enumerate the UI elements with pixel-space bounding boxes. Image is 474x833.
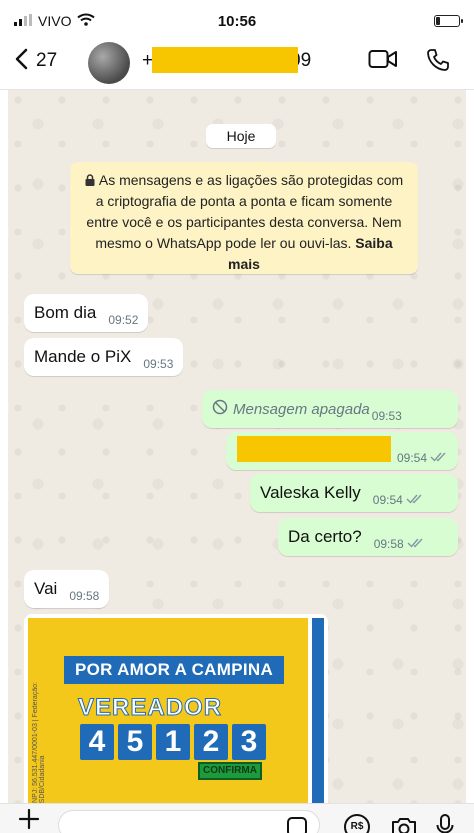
message-bubble-incoming[interactable]: Vai 09:58 <box>24 570 110 608</box>
message-composer: R$ <box>0 803 474 833</box>
message-text: Da certo? <box>288 527 362 546</box>
sticker-icon[interactable] <box>287 817 307 833</box>
redaction-bar <box>237 436 391 462</box>
flyer-title: VEREADOR <box>77 694 223 722</box>
lock-icon <box>85 171 95 186</box>
number-digit: 4 <box>80 724 114 760</box>
message-text: Valeska Kelly <box>260 483 361 502</box>
candidate-number: 4 5 1 2 3 <box>80 724 266 760</box>
flyer-stripe <box>312 618 324 803</box>
status-time: 10:56 <box>217 13 257 30</box>
message-bubble-incoming[interactable]: Bom dia 09:52 <box>24 294 149 332</box>
chevron-left-icon <box>14 46 28 76</box>
encryption-notice[interactable]: As mensagens e as ligações são protegida… <box>70 162 418 274</box>
number-digit: 3 <box>232 724 266 760</box>
unread-count: 27 <box>36 50 58 71</box>
number-digit: 2 <box>194 724 228 760</box>
message-time: 09:53 <box>143 357 174 371</box>
message-bubble-incoming[interactable]: Mande o PiX 09:53 <box>24 338 184 376</box>
message-text: Bom dia <box>34 303 97 322</box>
back-button[interactable]: 27 <box>14 46 57 76</box>
image-message[interactable]: CNPJ: 56.531.447/0001-03 | Federação: PS… <box>24 614 328 803</box>
message-text: Vai <box>34 579 58 598</box>
message-time: 09:54 <box>396 451 427 465</box>
camera-icon[interactable] <box>390 816 418 833</box>
plus-icon[interactable] <box>18 806 40 833</box>
flyer-side-text: CNPJ: 56.531.447/0001-03 | Federação: PS… <box>32 682 46 803</box>
message-input[interactable] <box>58 810 320 833</box>
double-check-icon <box>407 537 425 552</box>
message-time: 09:58 <box>69 589 100 603</box>
message-bubble-deleted[interactable]: Mensagem apagada 09:53 <box>202 390 458 428</box>
video-call-icon[interactable] <box>368 48 398 75</box>
campaign-flyer-image[interactable]: CNPJ: 56.531.447/0001-03 | Federação: PS… <box>28 618 324 803</box>
flyer-banner: POR AMOR A CAMPINA <box>64 656 284 684</box>
avatar[interactable] <box>88 42 130 84</box>
message-text: Mande o PiX <box>34 347 132 366</box>
phone-icon[interactable] <box>426 48 450 77</box>
status-bar: VIVO 10:56 <box>0 0 474 36</box>
message-time: 09:52 <box>108 313 139 327</box>
deleted-message: Mensagem apagada <box>212 399 370 419</box>
battery-icon <box>434 15 463 27</box>
message-time: 09:53 <box>371 409 402 423</box>
payment-icon[interactable]: R$ <box>344 814 370 833</box>
double-check-icon <box>430 451 448 466</box>
prohibited-icon <box>212 399 228 419</box>
message-bubble-outgoing[interactable]: Valeska Kelly 09:54 <box>250 474 458 512</box>
redaction-bar <box>152 47 298 73</box>
chat-area[interactable]: Hoje As mensagens e as ligações são prot… <box>8 90 466 803</box>
message-bubble-outgoing[interactable]: Da certo? 09:58 <box>278 518 458 556</box>
chat-header: 27 + 09 <box>0 36 474 90</box>
number-digit: 5 <box>118 724 152 760</box>
message-time: 09:58 <box>373 537 404 551</box>
date-chip: Hoje <box>206 124 276 148</box>
confirm-key: CONFIRMA <box>198 762 262 780</box>
message-time: 09:54 <box>372 493 403 507</box>
deleted-message-text: Mensagem apagada <box>233 400 370 418</box>
microphone-icon[interactable] <box>436 814 454 833</box>
number-digit: 1 <box>156 724 190 760</box>
double-check-icon <box>406 493 424 508</box>
